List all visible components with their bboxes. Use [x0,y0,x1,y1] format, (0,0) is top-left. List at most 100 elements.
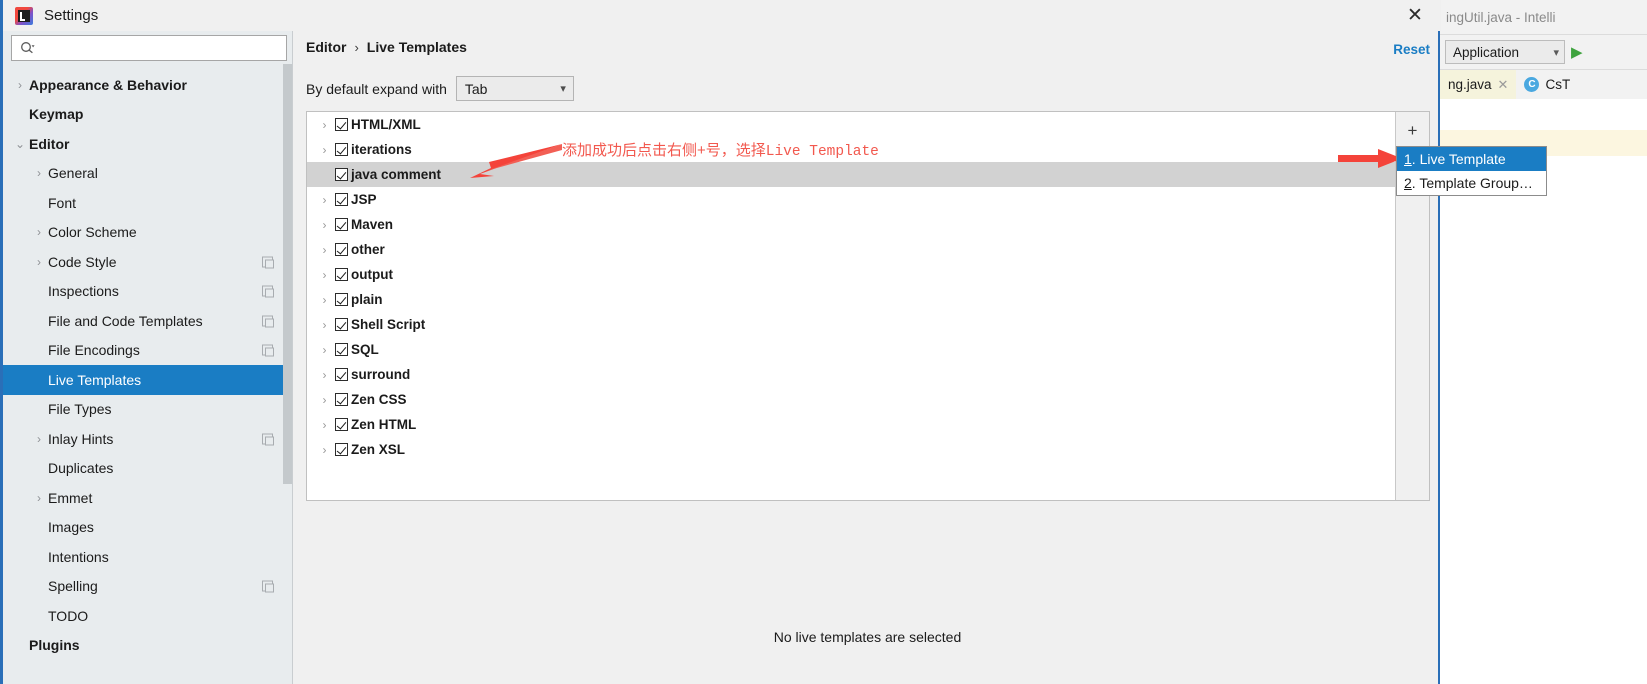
template-group-row[interactable]: › plain [307,287,1395,312]
chevron-down-icon: ▾ [560,83,566,95]
sidebar-item-todo[interactable]: TODO [3,601,292,631]
chevron-right-icon: › [37,490,41,505]
chevron-right-icon: › [37,166,41,181]
reset-link[interactable]: Reset [1393,42,1430,57]
chevron-right-icon: › [37,431,41,446]
popup-menu-item[interactable]: 2. Template Group… [1397,171,1546,195]
sidebar-item-inspections[interactable]: Inspections [3,277,292,307]
sidebar-item-font[interactable]: Font [3,188,292,218]
class-badge-icon: C [1524,77,1540,92]
chevron-right-icon[interactable]: › [314,418,335,432]
template-group-label: output [351,267,393,282]
popup-menu-item[interactable]: 1. Live Template [1397,147,1546,171]
copy-settings-icon[interactable] [262,315,274,328]
template-group-checkbox[interactable] [335,393,348,406]
template-group-checkbox[interactable] [335,343,348,356]
template-group-row[interactable]: › Shell Script [307,312,1395,337]
template-group-row[interactable]: java comment [307,162,1395,187]
sidebar-item-label: Plugins [29,637,80,654]
template-group-label: Zen XSL [351,442,406,457]
sidebar-item-live-templates[interactable]: Live Templates [3,365,292,395]
sidebar-item-color-scheme[interactable]: › Color Scheme [3,218,292,248]
sidebar-item-inlay-hints[interactable]: › Inlay Hints [3,424,292,454]
copy-settings-icon[interactable] [262,344,274,357]
sidebar-item-duplicates[interactable]: Duplicates [3,454,292,484]
close-icon[interactable]: ✕ [1498,77,1509,93]
sidebar-item-file-encodings[interactable]: File Encodings [3,336,292,366]
sidebar-item-plugins[interactable]: Plugins [3,631,292,661]
sidebar-scrollbar[interactable] [283,64,292,684]
copy-settings-icon[interactable] [262,433,274,446]
sidebar-item-keymap[interactable]: Keymap [3,100,292,130]
template-group-checkbox[interactable] [335,218,348,231]
template-group-row[interactable]: › Zen CSS [307,387,1395,412]
chevron-right-icon[interactable]: › [314,268,335,282]
template-group-row[interactable]: › HTML/XML [307,112,1395,137]
editor-tab-ngjava[interactable]: ng.java ✕ [1440,70,1517,99]
copy-settings-icon[interactable] [262,256,274,269]
template-group-checkbox[interactable] [335,143,348,156]
chevron-right-icon[interactable]: › [314,193,335,207]
template-group-checkbox[interactable] [335,168,348,181]
template-group-row[interactable]: › surround [307,362,1395,387]
template-group-row[interactable]: › SQL [307,337,1395,362]
template-group-row[interactable]: › Zen XSL [307,437,1395,462]
sidebar-item-label: Inspections [48,283,119,300]
chevron-right-icon[interactable]: › [314,218,335,232]
chevron-right-icon[interactable]: › [314,143,335,157]
chevron-right-icon[interactable]: › [314,443,335,457]
settings-content: Editor › Live Templates Reset By default… [294,31,1441,684]
chevron-right-icon[interactable]: › [314,343,335,357]
run-play-icon[interactable]: ▶ [1571,45,1583,60]
sidebar-item-file-types[interactable]: File Types [3,395,292,425]
sidebar-item-label: Intentions [48,548,109,565]
breadcrumb-root[interactable]: Editor [306,39,346,55]
template-group-checkbox[interactable] [335,318,348,331]
editor-tab-cst[interactable]: C CsT [1516,70,1578,99]
chevron-right-icon[interactable]: › [314,243,335,257]
sidebar-item-intentions[interactable]: Intentions [3,542,292,572]
template-group-row[interactable]: › JSP [307,187,1395,212]
template-group-tree[interactable]: › HTML/XML › iterations java comment › JSP › Mav… [307,112,1395,500]
sidebar-item-spelling[interactable]: Spelling [3,572,292,602]
run-configuration-selector[interactable]: Application ▾ [1445,40,1565,64]
add-template-button[interactable]: + [1398,117,1428,144]
template-group-row[interactable]: › other [307,237,1395,262]
sidebar-item-images[interactable]: Images [3,513,292,543]
expand-with-select[interactable]: Tab ▾ [455,76,574,101]
template-group-checkbox[interactable] [335,243,348,256]
template-group-checkbox[interactable] [335,193,348,206]
settings-sidebar: › Appearance & Behavior Keymap ⌄ Editor › Gene… [3,31,293,684]
chevron-right-icon[interactable]: › [314,368,335,382]
sidebar-item-appearance-behavior[interactable]: › Appearance & Behavior [3,70,292,100]
sidebar-item-code-style[interactable]: › Code Style [3,247,292,277]
template-group-checkbox[interactable] [335,368,348,381]
sidebar-item-emmet[interactable]: › Emmet [3,483,292,513]
search-box[interactable] [11,35,287,61]
template-group-checkbox[interactable] [335,293,348,306]
chevron-right-icon[interactable]: › [314,393,335,407]
chevron-right-icon[interactable]: › [314,318,335,332]
chevron-right-icon[interactable]: › [314,293,335,307]
template-group-checkbox[interactable] [335,443,348,456]
sidebar-item-editor[interactable]: ⌄ Editor [3,129,292,159]
popup-menu-item-label: . Template Group… [1411,175,1533,191]
template-group-row[interactable]: › output [307,262,1395,287]
template-group-label: JSP [351,192,377,207]
ide-toolbar: Application ▾ ▶ [1440,34,1647,69]
sidebar-item-label: File Encodings [48,342,140,359]
sidebar-scrollbar-thumb[interactable] [283,64,292,484]
search-input[interactable] [35,40,286,56]
template-group-row[interactable]: › Maven [307,212,1395,237]
sidebar-item-general[interactable]: › General [3,159,292,189]
chevron-right-icon[interactable]: › [314,118,335,132]
add-template-popup-menu[interactable]: 1. Live Template 2. Template Group… [1396,146,1547,196]
sidebar-item-file-and-code-templates[interactable]: File and Code Templates [3,306,292,336]
copy-settings-icon[interactable] [262,580,274,593]
template-group-checkbox[interactable] [335,418,348,431]
template-group-row[interactable]: › Zen HTML [307,412,1395,437]
copy-settings-icon[interactable] [262,285,274,298]
close-icon[interactable]: ✕ [1392,0,1438,31]
template-group-checkbox[interactable] [335,118,348,131]
template-group-checkbox[interactable] [335,268,348,281]
